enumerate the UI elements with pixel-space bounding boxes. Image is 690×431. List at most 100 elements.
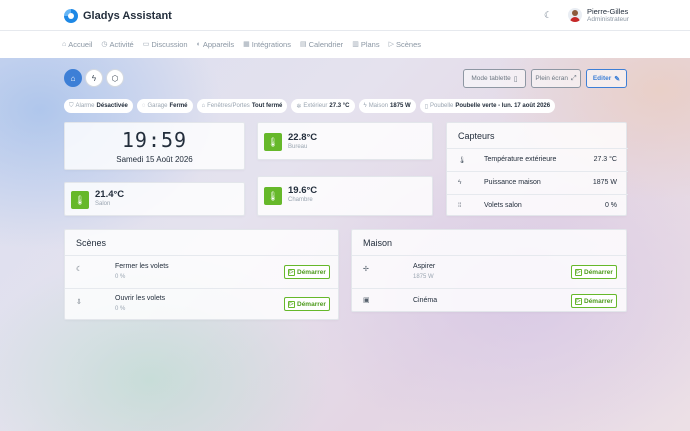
status-pill-openings[interactable]: ⌂ Fenêtres/Portes Tout fermé [196,99,288,113]
start-scene-button[interactable]: ▷ Démarrer [284,297,330,311]
dashboard-energy-button[interactable]: ϟ [85,69,103,87]
dashboard-home-button[interactable]: ⌂ [64,69,82,87]
thermometer-icon: 🌡 [71,191,89,209]
sensor-row: ϟ Puissance maison 1875 W [447,171,628,193]
start-label: Démarrer [584,268,613,276]
play-icon: ▷ [388,41,394,48]
chat-icon: ▭ [142,41,150,48]
pill-value: 1875 W [390,103,411,109]
nav-label: Scènes [395,39,421,49]
start-scene-button[interactable]: ▷ Démarrer [571,294,617,308]
nav-label: Appareils [202,39,235,49]
nav-item-activite[interactable]: ◷ Activité [101,40,133,49]
status-pill-house-power[interactable]: ϟ Maison 1875 W [358,99,416,113]
scenes-card: Scènes ☾ Fermer les volets 0 % ▷ Démarrer… [64,229,339,320]
temperature-room: Chambre [288,197,313,203]
dashboard-security-button[interactable]: ⬡ [106,69,124,87]
pill-label: Fenêtres/Portes [207,103,250,109]
nav-item-calendrier[interactable]: ▤ Calendrier [300,40,343,49]
status-pill-trash[interactable]: ▯ Poubelle Poubelle verte - lun. 17 août 2… [419,99,556,113]
edit-icon: ✎ [614,75,621,83]
tablet-mode-button[interactable]: Mode tablette ▯ [463,69,526,88]
nav-item-discussion[interactable]: ▭ Discussion [143,40,188,49]
shield-icon: ⬡ [111,73,119,83]
nav-item-scenes[interactable]: ▷ Scènes [389,40,421,49]
status-pills: ⛉ Alarme Désactivée ◌ Garage Fermé ⌂ Fenêtres… [64,99,559,113]
sensors-title: Capteurs [458,131,495,141]
nav-item-plans[interactable]: ▥ Plans [352,40,379,49]
nav-label: Activité [109,39,134,49]
temperature-card-chambre: 🌡 19.6°C Chambre [257,176,433,216]
thermometer-icon: 🌡 [264,133,282,151]
play-icon: ▷ [575,297,582,305]
temperature-card-bureau: 🌡 22.8°C Bureau [257,122,433,160]
sun-icon: ✲ [296,103,302,110]
status-pill-garage[interactable]: ◌ Garage Fermé [136,99,193,113]
sensors-card: Capteurs 🌡 Température extérieure 27.3 °… [446,122,628,216]
home-icon: ⌂ [62,40,67,48]
user-name[interactable]: Pierre-Gilles [587,7,628,16]
film-icon: ▣ [363,297,370,304]
scene-name: Fermer les volets [115,263,169,270]
scene-name: Ouvrir les volets [115,295,166,302]
shield-icon: ⛉ [69,102,74,109]
temperature-card-salon: 🌡 21.4°C Salon [64,182,245,216]
status-pill-alarm[interactable]: ⛉ Alarme Désactivée [64,99,133,113]
clock-date: Samedi 15 Août 2026 [116,155,193,164]
sensor-row: 🌡 Température extérieure 27.3 °C [447,148,628,170]
shutter-icon: ⁞⁞ [458,202,462,209]
clock-time: 19:59 [121,128,188,152]
scene-sub: 1875 W [413,274,434,280]
scene-row: ▣ Cinéma ▷ Démarrer [352,288,626,312]
play-icon: ▷ [575,268,582,276]
play-icon: ▷ [288,268,295,276]
temperature-value: 19.6°C [288,185,318,196]
scene-row: ⇩ Ouvrir les volets 0 % ▷ Démarrer [65,288,338,320]
activity-icon: ◷ [101,41,108,48]
status-pill-outdoor[interactable]: ✲ Extérieur 27.3 °C [291,99,355,113]
pill-label: Maison [368,103,389,109]
start-scene-button[interactable]: ▷ Démarrer [571,265,617,279]
lightning-icon: ϟ [363,103,367,109]
nav-label: Accueil [68,39,93,49]
start-label: Démarrer [297,268,326,276]
nav-item-appareils[interactable]: ◐ Appareils [197,40,235,49]
pill-label: Garage [147,103,168,109]
download-icon: ⇩ [76,299,82,306]
start-label: Démarrer [584,297,613,305]
fullscreen-button[interactable]: Plein écran ⤢ [531,69,581,88]
pill-value: 27.3 °C [329,103,350,109]
start-label: Démarrer [297,300,326,308]
sensor-row: ⁞⁞ Volets salon 0 % [447,194,628,216]
devices-icon: ◐ [196,40,201,48]
avatar[interactable] [568,8,582,22]
nav-label: Discussion [151,39,188,49]
temperature-value: 22.8°C [288,132,318,143]
brand[interactable]: Gladys Assistant [64,8,172,24]
garage-icon: ◌ [141,103,146,109]
home-icon: ⌂ [201,103,206,109]
map-icon: ▥ [352,41,359,48]
pill-label: Poubelle [430,103,454,109]
user-role: Administrateur [587,16,629,23]
moon-icon: ☾ [76,266,83,273]
sensor-value: 1875 W [592,179,617,186]
pill-label: Alarme [75,103,95,109]
sensor-value: 27.3 °C [593,156,617,163]
play-icon: ▷ [288,300,295,308]
nav-item-accueil[interactable]: ⌂ Accueil [62,40,92,49]
nav-item-integrations[interactable]: ▦ Intégrations [243,40,291,49]
start-scene-button[interactable]: ▷ Démarrer [284,265,330,279]
nav-label: Plans [360,39,380,49]
nav-label: Calendrier [308,39,344,49]
temperature-value: 21.4°C [95,189,125,200]
edit-button[interactable]: Editer ✎ [586,69,627,88]
maison-title: Maison [363,238,393,248]
scene-row: ✢ Aspirer 1875 W ▷ Démarrer [352,255,626,287]
moon-icon[interactable]: ☾ [544,10,554,20]
thermometer-icon: 🌡 [264,187,282,205]
scene-name: Aspirer [413,263,436,270]
pill-label: Extérieur [303,103,328,109]
nav-label: Intégrations [251,39,291,49]
lightning-icon: ϟ [458,179,462,186]
